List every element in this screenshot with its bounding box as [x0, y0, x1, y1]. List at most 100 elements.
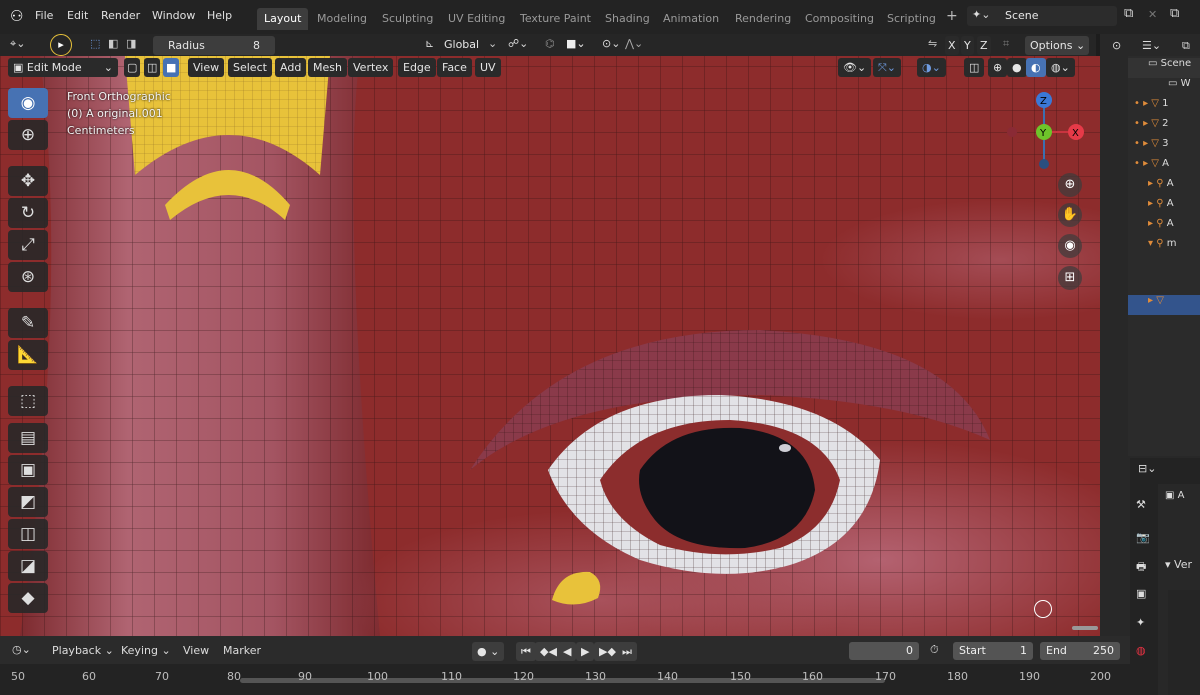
pivot-point-icon[interactable]: ☍⌄: [508, 37, 528, 50]
orientation-dropdown[interactable]: Global: [444, 38, 479, 51]
vertex-groups-panel-header[interactable]: ▾ Ver: [1165, 558, 1200, 578]
add-cube-tool-icon[interactable]: ⬚: [8, 386, 48, 416]
snap-icon[interactable]: ⌬: [545, 37, 555, 50]
shading-material-icon[interactable]: ◐: [1026, 58, 1046, 77]
face-select-icon[interactable]: ■: [163, 58, 180, 77]
measure-tool-icon[interactable]: 📐: [8, 340, 48, 370]
menu-timeline-view[interactable]: View: [183, 644, 209, 657]
scene-selector[interactable]: ✦⌄ Scene: [967, 6, 1117, 26]
current-frame-field[interactable]: 0: [849, 642, 919, 660]
play-button[interactable]: ▶: [576, 642, 595, 661]
3d-viewport[interactable]: Front Orthographic (0) A original.001 Ce…: [0, 56, 1100, 636]
poly-build-tool-icon[interactable]: ◆: [8, 583, 48, 613]
outliner-row[interactable]: • ▸ ▽ 2: [1128, 118, 1200, 138]
outliner-row[interactable]: ▭ Scene: [1128, 58, 1200, 78]
viewport-scrollbar[interactable]: [1072, 626, 1098, 630]
jump-end-button[interactable]: ⏭: [617, 642, 637, 661]
options-dropdown[interactable]: Options ⌄: [1025, 36, 1089, 55]
gizmo-toggle-icon[interactable]: ⤧⌄: [873, 58, 902, 77]
grid-view-icon[interactable]: ⊞: [1058, 266, 1082, 290]
menu-face[interactable]: Face: [437, 58, 472, 77]
scale-tool-icon[interactable]: ⤢: [8, 230, 48, 260]
shading-solid-icon[interactable]: ●: [1007, 58, 1027, 77]
transform-pivot-icon[interactable]: ⌖⌄: [10, 37, 25, 51]
outliner-row-selected[interactable]: ▸ ▽: [1128, 295, 1200, 315]
menu-vertex[interactable]: Vertex: [348, 58, 394, 77]
menu-playback[interactable]: Playback ⌄: [52, 644, 114, 657]
tab-animation[interactable]: Animation: [656, 8, 726, 30]
outliner-row[interactable]: ▸ ⚲ A: [1128, 198, 1200, 218]
select-mode-new-icon[interactable]: ⬚: [90, 37, 100, 50]
auto-merge-icon[interactable]: ⌗: [1003, 37, 1009, 51]
shading-wireframe-icon[interactable]: ⊕: [988, 58, 1008, 77]
outliner-row[interactable]: ▸ ⚲ A: [1128, 178, 1200, 198]
tab-layout[interactable]: Layout: [257, 8, 309, 30]
falloff-icon[interactable]: ⋀⌄: [625, 37, 643, 50]
outliner-row[interactable]: • ▸ ▽ A: [1128, 158, 1200, 178]
edge-select-icon[interactable]: ◫: [144, 58, 161, 77]
menu-edge[interactable]: Edge: [398, 58, 436, 77]
menu-view[interactable]: View: [188, 58, 225, 77]
record-button[interactable]: ● ⌄: [472, 642, 505, 661]
bevel-tool-icon[interactable]: ◩: [8, 487, 48, 517]
tool-tab-icon[interactable]: ⚒: [1136, 498, 1146, 511]
properties-editor-icon[interactable]: ⊟⌄: [1138, 462, 1156, 475]
move-tool-icon[interactable]: ✥: [8, 166, 48, 196]
navigation-gizmo[interactable]: Z X Y: [1000, 88, 1090, 178]
menu-select[interactable]: Select: [228, 58, 272, 77]
editor-type-icon[interactable]: ⊙: [1112, 39, 1121, 52]
inset-tool-icon[interactable]: ▣: [8, 455, 48, 485]
properties-object-row[interactable]: ▣ A: [1165, 490, 1200, 510]
zoom-icon[interactable]: ⊕: [1058, 173, 1082, 197]
menu-uv[interactable]: UV: [475, 58, 501, 77]
proportional-edit-icon[interactable]: ⊙⌄: [602, 37, 620, 50]
mirror-icon[interactable]: ⇋: [928, 37, 937, 50]
filter-icon[interactable]: ⧉: [1182, 39, 1190, 53]
snap-target-icon[interactable]: ■⌄: [566, 37, 586, 50]
vertex-groups-list[interactable]: [1168, 590, 1200, 695]
menu-window[interactable]: Window: [152, 9, 195, 22]
render-tab-icon[interactable]: 📷: [1136, 531, 1150, 544]
tab-uv-editing[interactable]: UV Editing: [441, 8, 512, 30]
stopwatch-icon[interactable]: ⏱: [930, 643, 939, 657]
tab-rendering[interactable]: Rendering: [728, 8, 798, 30]
select-mode-extend-icon[interactable]: ◧: [108, 37, 118, 50]
outliner-row[interactable]: • ▸ ▽ 1: [1128, 98, 1200, 118]
menu-mesh[interactable]: Mesh: [308, 58, 347, 77]
blender-logo-icon[interactable]: ⚇: [10, 7, 23, 25]
display-mode-icon[interactable]: ☰⌄: [1142, 39, 1161, 52]
shading-rendered-icon[interactable]: ◍⌄: [1046, 58, 1075, 77]
scene-tab-icon[interactable]: ✦: [1136, 616, 1145, 629]
select-tool-icon[interactable]: ◉: [8, 88, 48, 118]
select-mode-subtract-icon[interactable]: ◨: [126, 37, 136, 50]
transform-tool-icon[interactable]: ⊛: [8, 262, 48, 292]
new-scene-icon[interactable]: ⧉: [1124, 6, 1133, 21]
loop-cut-tool-icon[interactable]: ◫: [8, 519, 48, 549]
select-tool-icon[interactable]: ▸: [50, 34, 72, 56]
outliner-row[interactable]: ▾ ⚲ m: [1128, 238, 1200, 258]
menu-edit[interactable]: Edit: [67, 9, 88, 22]
outliner-row[interactable]: ▸ ⚲ A: [1128, 218, 1200, 238]
menu-add[interactable]: Add: [275, 58, 307, 77]
mesh-render[interactable]: [0, 56, 1100, 636]
cursor-tool-icon[interactable]: ⊕: [8, 120, 48, 150]
camera-icon[interactable]: ◉: [1058, 234, 1082, 258]
timeline-scrollbar[interactable]: [240, 678, 885, 683]
menu-keying[interactable]: Keying ⌄: [121, 644, 171, 657]
menu-help[interactable]: Help: [207, 9, 232, 22]
mirror-z-toggle[interactable]: Z: [977, 36, 991, 55]
menu-file[interactable]: File: [35, 9, 53, 22]
tab-texture-paint[interactable]: Texture Paint: [513, 8, 598, 30]
outliner-row[interactable]: • ▸ ▽ 3: [1128, 138, 1200, 158]
close-scene-icon[interactable]: ✕: [1148, 8, 1157, 21]
vertex-select-icon[interactable]: ▢: [124, 58, 141, 77]
radius-field[interactable]: Radius 8: [153, 36, 275, 55]
tab-compositing[interactable]: Compositing: [798, 8, 881, 30]
output-tab-icon[interactable]: 🖶: [1136, 558, 1146, 577]
tab-sculpting[interactable]: Sculpting: [375, 8, 440, 30]
tab-shading[interactable]: Shading: [598, 8, 657, 30]
menu-marker[interactable]: Marker: [223, 644, 261, 657]
visibility-icon[interactable]: 👁⌄: [838, 58, 872, 77]
play-reverse-button[interactable]: ◀: [558, 642, 577, 661]
world-tab-icon[interactable]: ◍: [1136, 644, 1146, 657]
